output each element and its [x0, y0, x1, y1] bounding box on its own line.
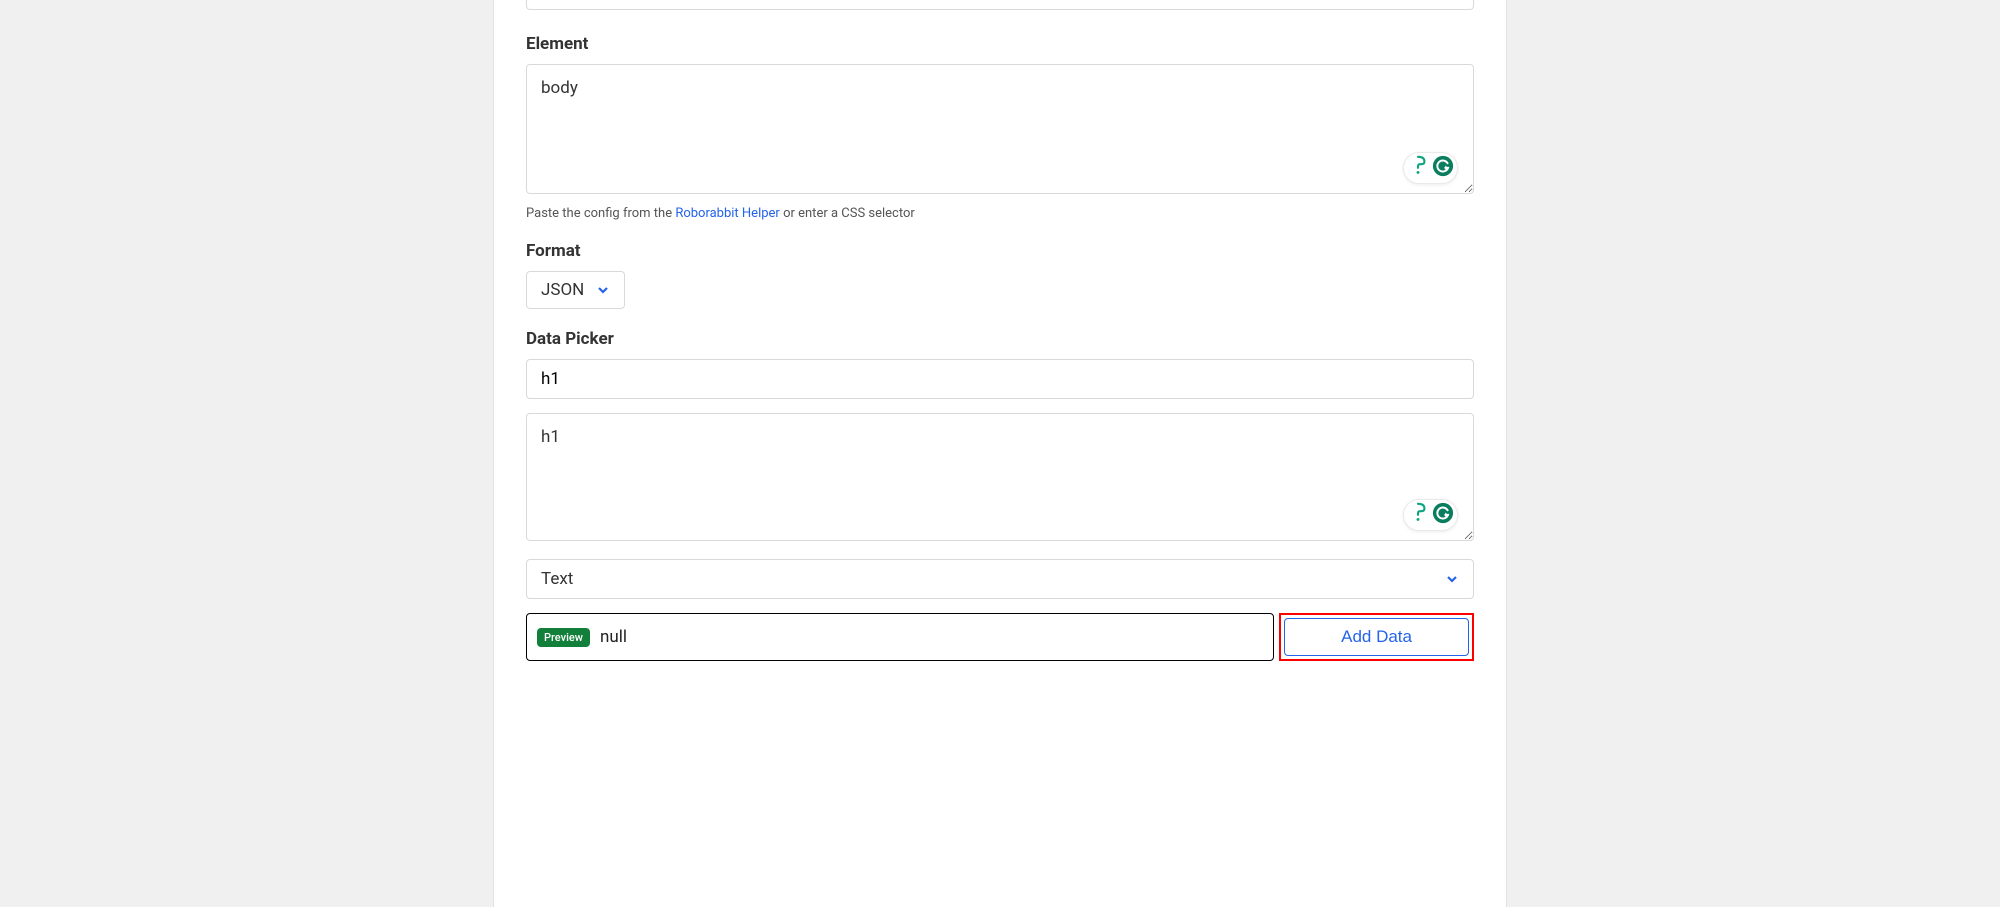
preview-row: Preview null Add Data	[526, 613, 1474, 661]
data-picker-selector-textarea[interactable]	[526, 413, 1474, 541]
element-label: Element	[526, 34, 1474, 54]
grammarly-tone-icon	[1407, 502, 1429, 528]
element-help-text: Paste the config from the Roborabbit Hel…	[526, 206, 1474, 221]
preview-badge: Preview	[537, 628, 590, 647]
grammarly-widget[interactable]	[1403, 499, 1458, 531]
data-picker-name-input[interactable]	[526, 359, 1474, 399]
element-textarea[interactable]	[526, 64, 1474, 194]
data-picker-section: Data Picker	[526, 329, 1474, 661]
data-picker-label: Data Picker	[526, 329, 1474, 349]
add-data-button[interactable]: Add Data	[1284, 618, 1469, 656]
preview-box: Preview null	[526, 613, 1274, 661]
config-card: Element	[493, 0, 1507, 907]
roborabbit-helper-link[interactable]: Roborabbit Helper	[675, 206, 780, 221]
add-data-highlight: Add Data	[1279, 613, 1474, 661]
data-picker-type-value: Text	[541, 569, 573, 589]
help-prefix: Paste the config from the	[526, 206, 675, 221]
format-select[interactable]: JSON	[526, 271, 625, 309]
grammarly-widget[interactable]	[1403, 152, 1458, 184]
grammarly-logo-icon	[1432, 155, 1454, 181]
element-section: Element	[526, 34, 1474, 221]
help-suffix: or enter a CSS selector	[780, 206, 915, 221]
format-select-value: JSON	[541, 280, 584, 300]
chevron-down-icon	[1445, 572, 1459, 586]
chevron-down-icon	[596, 283, 610, 297]
previous-section-bottom	[526, 0, 1474, 10]
data-picker-type-select[interactable]: Text	[526, 559, 1474, 599]
preview-value: null	[600, 627, 627, 647]
format-label: Format	[526, 241, 1474, 261]
format-section: Format JSON	[526, 241, 1474, 309]
grammarly-tone-icon	[1407, 155, 1429, 181]
grammarly-logo-icon	[1432, 502, 1454, 528]
